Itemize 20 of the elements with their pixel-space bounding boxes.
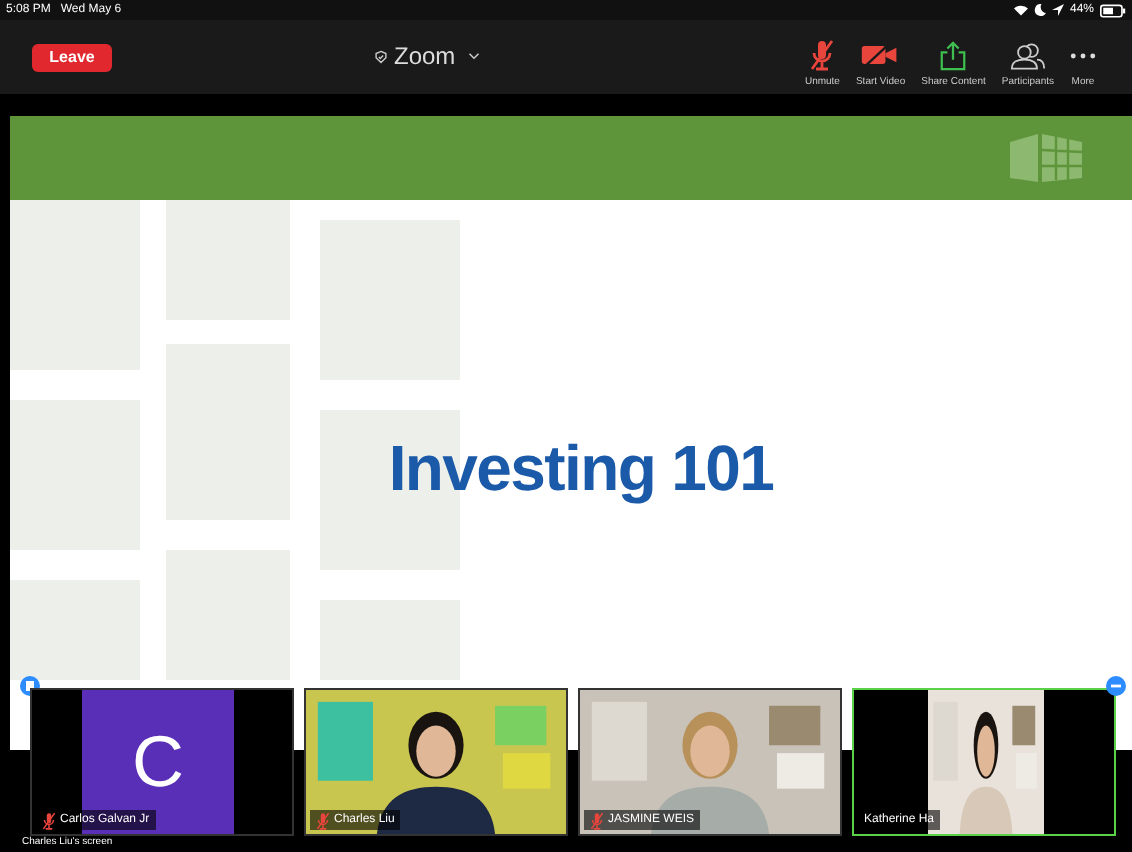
avatar-initial: C — [132, 726, 184, 798]
meeting-title[interactable]: Zoom — [374, 44, 480, 68]
chevron-down-icon — [467, 52, 480, 60]
more-icon — [1070, 51, 1096, 59]
shield-check-icon — [374, 49, 388, 63]
muted-mic-icon — [590, 811, 604, 829]
leave-button[interactable]: Leave — [32, 43, 112, 71]
share-upload-icon — [938, 39, 969, 71]
building-logo-icon — [1006, 130, 1086, 186]
muted-mic-icon — [42, 811, 56, 829]
location-arrow-icon — [1051, 4, 1064, 16]
video-off-icon — [860, 42, 901, 68]
muted-mic-icon — [316, 811, 330, 829]
muted-mic-icon — [810, 38, 835, 72]
wifi-icon — [1013, 4, 1028, 16]
participants-icon — [1009, 39, 1046, 71]
slide-title: Investing 101 — [388, 429, 774, 508]
battery-icon — [1100, 3, 1126, 17]
minimize-icon[interactable] — [1106, 676, 1126, 696]
moon-icon — [1033, 4, 1046, 16]
